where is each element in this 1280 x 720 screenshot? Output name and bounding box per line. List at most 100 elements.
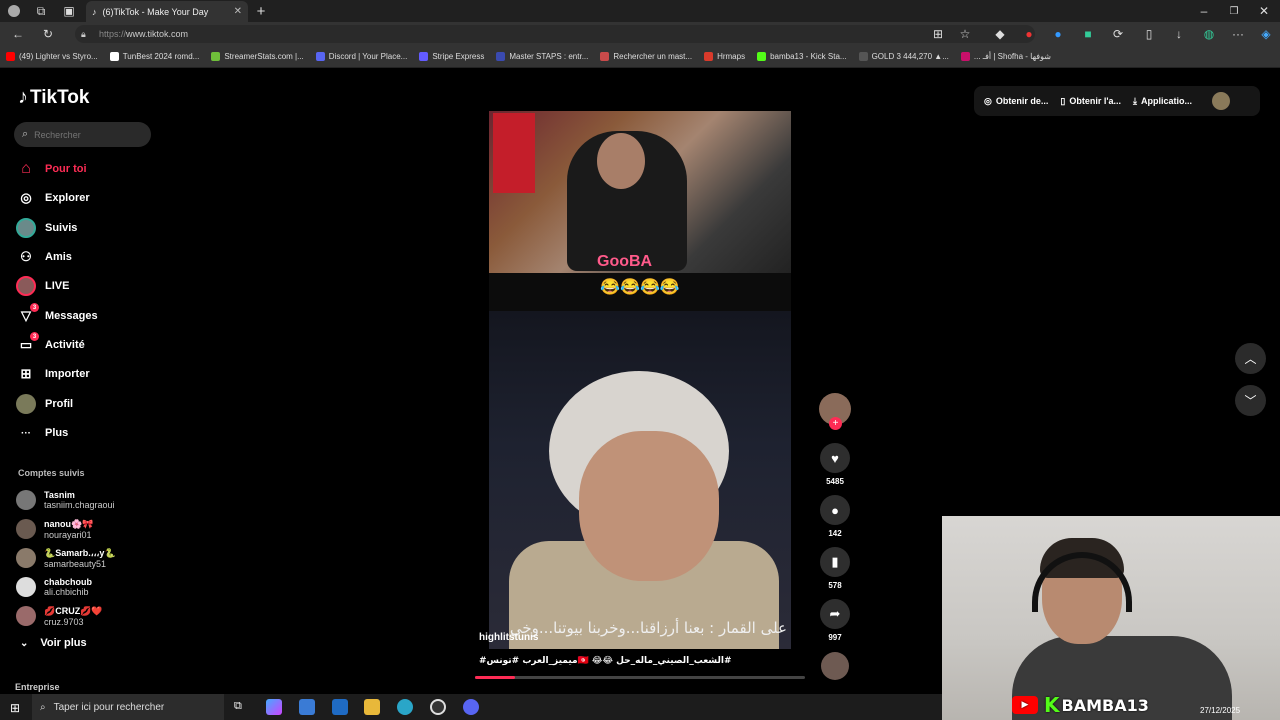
browser-tab-bar: ⧉ ▣ ♪ (6)TikTok - Make Your Day ✕ + – ❐ …	[0, 0, 1280, 22]
tab-tiktok[interactable]: ♪ (6)TikTok - Make Your Day ✕	[86, 1, 248, 22]
nav-amis[interactable]: ⚇ Amis	[16, 246, 72, 268]
coin-icon: ◎	[984, 95, 992, 106]
copilot-taskbar-icon[interactable]	[266, 699, 282, 715]
previous-video-button[interactable]: ︿	[1235, 343, 1266, 374]
bookmark-item[interactable]: TunBest 2024 romd...	[109, 52, 199, 61]
user-avatar[interactable]	[1211, 92, 1230, 110]
search-input[interactable]	[34, 129, 135, 140]
comment-action[interactable]: ● 142	[820, 495, 850, 538]
close-tab-icon[interactable]: ✕	[234, 6, 242, 17]
window-close-icon[interactable]: ✕	[1256, 3, 1272, 19]
followed-account[interactable]: nanou🌸🎀 nourayari01	[16, 515, 93, 543]
workspaces-icon[interactable]: ⧉	[33, 3, 49, 19]
desktop-app-button[interactable]: ⤓ Applicatio...	[1133, 96, 1192, 107]
follow-plus-icon[interactable]: +	[829, 417, 842, 430]
url-field[interactable]: 🔒︎ https://www.tiktok.com	[75, 25, 1035, 43]
favorite-star-icon[interactable]: ☆	[957, 26, 973, 42]
menu-dots-icon[interactable]: ···	[1230, 26, 1246, 42]
task-view-icon[interactable]: ⧉	[234, 700, 242, 713]
nav-activite[interactable]: ▭ 3 Activité	[16, 332, 85, 356]
bookmark-item[interactable]: Discord | Your Place...	[315, 52, 407, 61]
video-author[interactable]: highlitstunis	[479, 632, 538, 643]
comment-icon[interactable]: ●	[820, 495, 850, 525]
music-disc[interactable]	[821, 652, 849, 680]
streamer-tag: ▶ K BAMBA13	[1012, 693, 1149, 717]
get-app-button[interactable]: ▯ Obtenir l'a...	[1060, 96, 1121, 107]
vpn-icon[interactable]: ◍	[1201, 26, 1217, 42]
bookmark-item[interactable]: bamba13 - Kick Sta...	[757, 52, 847, 61]
video-progress-fill	[475, 676, 515, 679]
minimize-icon[interactable]: –	[1196, 3, 1212, 19]
extension-green-icon[interactable]: ■	[1080, 26, 1096, 42]
search-box[interactable]: ⌕	[14, 122, 151, 147]
next-video-button[interactable]: ﹀	[1235, 385, 1266, 416]
nav-explorer[interactable]: ◎ Explorer	[16, 187, 89, 209]
downloads-icon[interactable]: ↓	[1171, 26, 1187, 42]
bookmark-item[interactable]: GOLD 3 444,270 ▲...	[858, 52, 949, 61]
store-icon[interactable]	[299, 699, 315, 715]
heart-icon[interactable]: ♥	[820, 443, 850, 473]
new-tab-button[interactable]: +	[253, 3, 269, 20]
bookmark-item[interactable]: (49) Lighter vs Styro...	[6, 52, 98, 61]
profile-icon[interactable]	[6, 3, 22, 19]
bookmark-item[interactable]: Master STAPS : entr...	[496, 52, 588, 61]
save-action[interactable]: ▮ 578	[820, 547, 850, 590]
copilot-icon[interactable]: ◈	[1258, 26, 1274, 42]
followed-account[interactable]: chabchoub ali.chbichib	[16, 573, 92, 601]
extensions-icon[interactable]: ⟳	[1110, 26, 1126, 42]
bookmark-item[interactable]: Stripe Express	[419, 52, 484, 61]
get-coins-button[interactable]: ◎ Obtenir de...	[984, 96, 1048, 107]
lock-icon: 🔒︎	[81, 28, 86, 39]
bookmark-favicon-icon	[419, 52, 429, 61]
edge-icon[interactable]	[397, 699, 413, 715]
bookmark-icon[interactable]: ▮	[820, 547, 850, 577]
like-action[interactable]: ♥ 5485	[820, 443, 850, 486]
bookmark-favicon-icon	[315, 52, 325, 61]
nav-pour-toi[interactable]: ⌂ Pour toi	[16, 158, 86, 180]
following-avatar-icon	[16, 218, 36, 238]
avatar	[16, 490, 36, 510]
refresh-icon[interactable]: ↻	[40, 26, 56, 42]
extension-red-icon[interactable]: ●	[1021, 26, 1037, 42]
nav-plus[interactable]: ··· Plus	[16, 422, 68, 444]
extension-blue-icon[interactable]: ●	[1050, 26, 1066, 42]
followed-account[interactable]: Tasnim tasniim.chagraoui	[16, 486, 115, 514]
bookmark-favicon-icon	[211, 52, 221, 61]
maximize-icon[interactable]: ❐	[1226, 3, 1242, 19]
nav-live[interactable]: LIVE	[16, 275, 69, 297]
taskbar-search[interactable]: ⌕ Taper ici pour rechercher	[32, 694, 224, 720]
windows-start-icon[interactable]: ⊞	[10, 701, 20, 715]
bookmark-favicon-icon	[6, 52, 15, 61]
extension-icon[interactable]: ◆	[992, 26, 1008, 42]
explorer-icon[interactable]	[364, 699, 380, 715]
profile-avatar-icon	[16, 394, 36, 414]
following-section-title: Comptes suivis	[18, 468, 85, 478]
tab-actions-icon[interactable]: ▣	[61, 3, 77, 19]
bookmark-item[interactable]: Rechercher un mast...	[600, 52, 692, 61]
bookmark-item[interactable]: ... أفـ | Shofha - شوفها	[960, 52, 1051, 61]
avatar	[16, 519, 36, 539]
followed-account[interactable]: 💋CRUZ💋❤️ cruz.9703	[16, 602, 103, 630]
creator-avatar[interactable]: +	[819, 393, 851, 430]
app-install-icon[interactable]: ⊞	[930, 26, 946, 42]
nav-suivis[interactable]: Suivis	[16, 217, 77, 239]
share-icon[interactable]: ➦	[820, 599, 850, 629]
enterprise-link[interactable]: Entreprise	[15, 682, 60, 692]
split-screen-icon[interactable]: ▯	[1141, 26, 1157, 42]
see-more-button[interactable]: ⌄ Voir plus	[20, 637, 87, 649]
followed-account[interactable]: 🐍Samarb.،،،y🐍 samarbeauty51	[16, 544, 116, 572]
outlook-icon[interactable]	[332, 699, 348, 715]
video-progress-bar[interactable]	[475, 676, 805, 679]
nav-messages[interactable]: ▽ 3 Messages	[16, 303, 98, 327]
obs-icon[interactable]	[430, 699, 446, 715]
share-action[interactable]: ➦ 997	[820, 599, 850, 642]
discord-icon[interactable]	[463, 699, 479, 715]
bookmark-item[interactable]: Hrmaps	[704, 52, 745, 61]
chevron-down-icon: ﹀	[1244, 394, 1257, 408]
video-player[interactable]: GooBA 😂😂😂😂 على القمار : بعنا أرزاقنا...و…	[489, 111, 791, 649]
back-icon[interactable]: ←	[10, 26, 26, 42]
tiktok-logo[interactable]: ♪ TikTok	[18, 86, 89, 109]
nav-importer[interactable]: ⊞ Importer	[16, 363, 90, 385]
nav-profil[interactable]: Profil	[16, 393, 73, 415]
bookmark-item[interactable]: StreamerStats.com |...	[211, 52, 304, 61]
